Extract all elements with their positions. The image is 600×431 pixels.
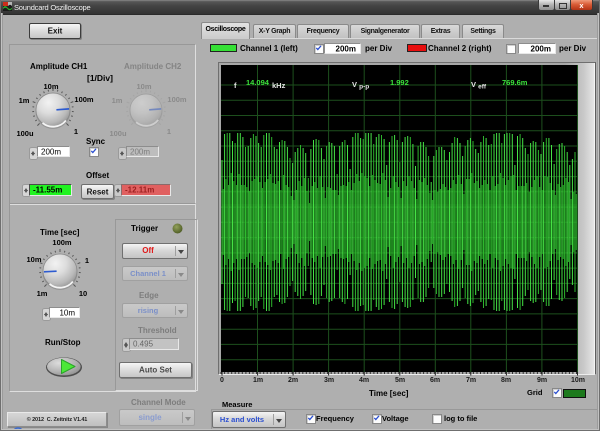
- svg-text:14.094: 14.094: [246, 78, 270, 87]
- svg-text:1.992: 1.992: [390, 78, 409, 87]
- svg-text:kHz: kHz: [272, 81, 286, 90]
- svg-text:769.6m: 769.6m: [502, 78, 528, 87]
